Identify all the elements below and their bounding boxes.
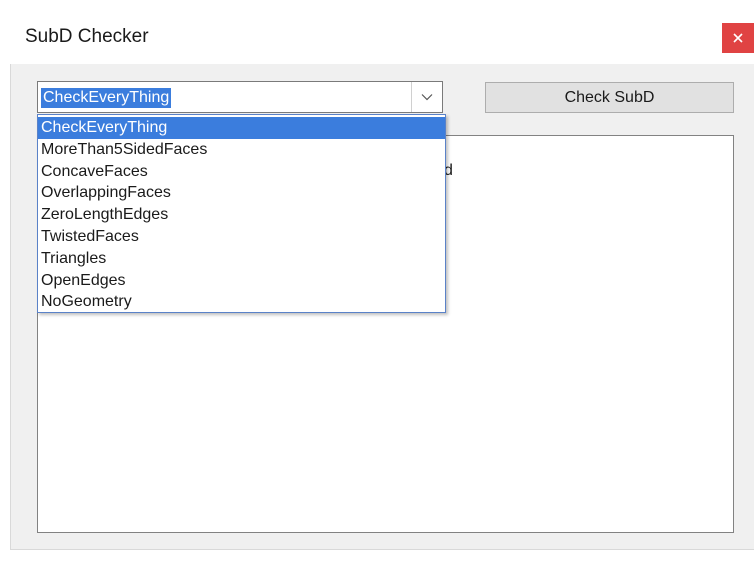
check-type-combobox[interactable]: CheckEveryThing [37,81,443,113]
combobox-selected-value: CheckEveryThing [41,88,172,108]
dropdown-option-triangles[interactable]: Triangles [38,248,445,270]
close-button[interactable] [722,23,754,53]
dropdown-option-nogeometry[interactable]: NoGeometry [38,291,445,313]
window-title: SubD Checker [25,26,149,47]
combobox-dropdown-button[interactable] [411,82,442,112]
close-icon [733,33,743,43]
dropdown-option-zerolengthedges[interactable]: ZeroLengthEdges [38,204,445,226]
dropdown-option-checkeverything[interactable]: CheckEveryThing [38,117,445,139]
subd-checker-window: SubD Checker CheckEveryThing Check SubD … [0,0,754,564]
check-subd-button[interactable]: Check SubD [485,82,734,113]
dropdown-option-morethan5sidedfaces[interactable]: MoreThan5SidedFaces [38,139,445,161]
dropdown-option-openedges[interactable]: OpenEdges [38,270,445,292]
title-bar: SubD Checker [0,0,754,64]
dropdown-option-concavefaces[interactable]: ConcaveFaces [38,161,445,183]
dropdown-option-twistedfaces[interactable]: TwistedFaces [38,226,445,248]
check-type-dropdown-list[interactable]: CheckEveryThing MoreThan5SidedFaces Conc… [37,114,446,313]
dropdown-option-overlappingfaces[interactable]: OverlappingFaces [38,182,445,204]
chevron-down-icon [421,94,433,101]
